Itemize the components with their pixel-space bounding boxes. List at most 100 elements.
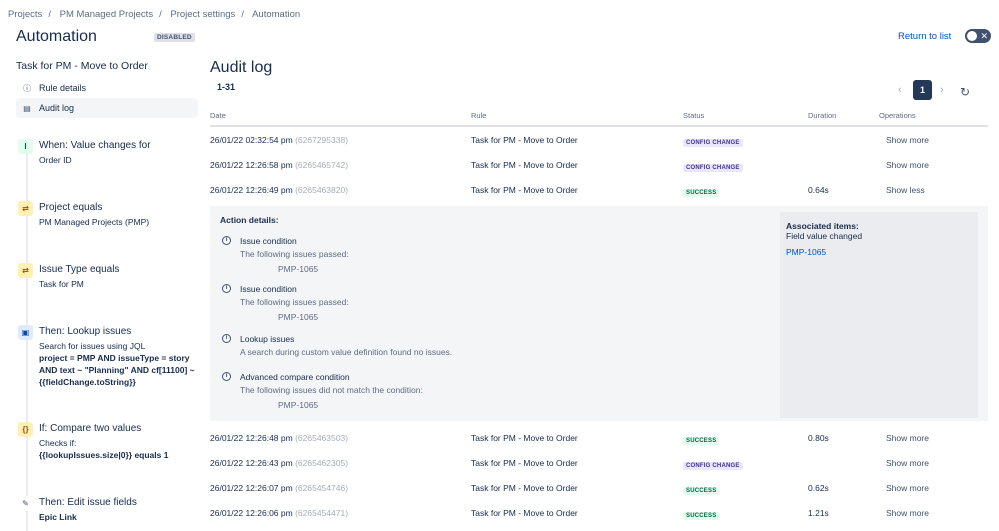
braces-icon: {} — [18, 422, 33, 437]
row-date: 26/01/22 12:26:49 pm (6265463820) — [210, 185, 348, 195]
row-status: SUCCESS — [683, 484, 720, 495]
row-date-text: 26/01/22 12:26:07 pm — [210, 483, 293, 493]
row-date: 26/01/22 02:32:54 pm (6267295338) — [210, 135, 348, 145]
row-rule: Task for PM - Move to Order — [471, 160, 578, 170]
column-header-status: Status — [683, 111, 705, 120]
info-icon: ⓘ — [23, 83, 31, 93]
breadcrumb-settings[interactable]: Project settings — [170, 9, 235, 20]
action-issue: PMP-1065 — [278, 400, 319, 410]
row-date-text: 26/01/22 12:26:49 pm — [210, 185, 293, 195]
status-lozenge: SUCCESS — [683, 487, 720, 495]
row-date-text: 26/01/22 12:26:48 pm — [210, 433, 293, 443]
row-toggle-details-button[interactable]: Show more — [886, 160, 929, 170]
row-duration: 1.21s — [808, 508, 829, 518]
rule-name: Task for PM - Move to Order — [16, 60, 148, 72]
breadcrumb-separator: / — [48, 9, 51, 20]
breadcrumb-separator: / — [241, 9, 244, 20]
row-toggle-details-button[interactable]: Show more — [886, 483, 929, 493]
nav-label: Audit log — [39, 103, 75, 113]
step-title: Project equals — [39, 202, 103, 213]
table-row: 26/01/22 12:26:43 pm (6265462305) Task fo… — [210, 450, 988, 475]
nav-rule-details[interactable]: ⓘ Rule details — [16, 78, 198, 98]
refresh-icon[interactable]: ↻ — [960, 85, 970, 99]
row-id: (6267295338) — [295, 135, 349, 145]
row-date-text: 26/01/22 02:32:54 pm — [210, 135, 293, 145]
row-date-text: 26/01/22 12:26:06 pm — [210, 508, 293, 518]
row-duration: 0.80s — [808, 433, 829, 443]
row-toggle-details-button[interactable]: Show more — [886, 458, 929, 468]
column-header-rule: Rule — [471, 111, 487, 120]
action-issue: PMP-1065 — [278, 264, 319, 274]
row-rule: Task for PM - Move to Order — [471, 458, 578, 468]
chevron-right-icon[interactable]: › — [940, 84, 944, 96]
trigger-icon: I — [18, 139, 33, 154]
breadcrumb-projects[interactable]: Projects — [8, 9, 42, 20]
rule-enable-toggle[interactable]: ✕ — [965, 29, 991, 43]
info-icon: i — [222, 334, 231, 343]
status-lozenge: CONFIG CHANGE — [683, 164, 743, 172]
status-lozenge: SUCCESS — [683, 437, 720, 445]
audit-log-title: Audit log — [210, 59, 273, 76]
table-row: 26/01/22 12:26:07 pm (6265454746) Task fo… — [210, 475, 988, 500]
step-description: PM Managed Projects (PMP) — [39, 217, 150, 227]
action-name: Issue condition — [240, 236, 297, 246]
step-title: If: Compare two values — [39, 423, 142, 434]
row-toggle-details-button[interactable]: Show less — [886, 185, 925, 195]
breadcrumb-project[interactable]: PM Managed Projects — [60, 9, 153, 20]
step-description: Checks if: {{lookupIssues.size|0}} equal… — [39, 437, 209, 461]
step-description: Search for issues using JQL project = PM… — [39, 340, 209, 388]
row-toggle-details-button[interactable]: Show more — [886, 508, 929, 518]
associated-items-heading: Associated items: — [786, 221, 859, 231]
return-to-list-link[interactable]: Return to list — [898, 31, 951, 42]
action-name: Issue condition — [240, 284, 297, 294]
nav-label: Rule details — [39, 83, 87, 93]
step-condition: {{lookupIssues.size|0}} equals 1 — [39, 450, 169, 460]
breadcrumb-automation[interactable]: Automation — [252, 9, 300, 20]
info-icon: i — [222, 284, 231, 293]
info-icon: i — [222, 372, 231, 381]
step-title: Then: Edit issue fields — [39, 497, 137, 508]
row-date-text: 26/01/22 12:26:58 pm — [210, 160, 293, 170]
table-row: 26/01/22 12:26:58 pm (6265465742) Task fo… — [210, 152, 988, 177]
nav-audit-log[interactable]: ▤ Audit log — [16, 98, 198, 118]
pager-current-page[interactable]: 1 — [913, 80, 932, 100]
step-title: Issue Type equals — [39, 264, 120, 275]
row-status: SUCCESS — [683, 434, 720, 445]
condition-icon: ⇄ — [18, 201, 33, 216]
edit-icon: ✎ — [18, 496, 33, 511]
action-details-heading: Action details: — [220, 215, 279, 225]
step-desc-text: Search for issues using JQL — [39, 341, 146, 351]
chevron-left-icon[interactable]: ‹ — [898, 84, 902, 96]
row-id: (6265463820) — [295, 185, 349, 195]
table-row: 26/01/22 02:32:54 pm (6267295338) Task fo… — [210, 127, 988, 152]
row-id: (6265463503) — [295, 433, 349, 443]
breadcrumb-separator: / — [159, 9, 162, 20]
breadcrumb: Projects / PM Managed Projects / Project s… — [8, 9, 300, 20]
action-desc: The following issues did not match the c… — [240, 385, 423, 395]
action-name: Advanced compare condition — [240, 372, 350, 382]
row-rule: Task for PM - Move to Order — [471, 433, 578, 443]
associated-issue-link[interactable]: PMP-1065 — [786, 247, 826, 257]
row-status: SUCCESS — [683, 186, 720, 197]
status-lozenge: CONFIG CHANGE — [683, 462, 743, 470]
status-lozenge: SUCCESS — [683, 189, 720, 197]
row-rule: Task for PM - Move to Order — [471, 508, 578, 518]
table-row: 26/01/22 12:26:48 pm (6265463503) Task fo… — [210, 425, 988, 450]
row-date: 26/01/22 12:26:07 pm (6265454746) — [210, 483, 348, 493]
row-date: 26/01/22 12:26:43 pm (6265462305) — [210, 458, 348, 468]
row-toggle-details-button[interactable]: Show more — [886, 135, 929, 145]
row-toggle-details-button[interactable]: Show more — [886, 433, 929, 443]
column-header-duration: Duration — [808, 111, 837, 120]
step-title: Then: Lookup issues — [39, 326, 132, 337]
action-name: Lookup issues — [240, 334, 295, 344]
action-desc: The following issues passed: — [240, 249, 349, 259]
row-id: (6265462305) — [295, 458, 349, 468]
row-duration: 0.62s — [808, 483, 829, 493]
row-status: SUCCESS — [683, 509, 720, 520]
status-lozenge: SUCCESS — [683, 512, 720, 520]
row-date-text: 26/01/22 12:26:43 pm — [210, 458, 293, 468]
step-description: Order ID — [39, 155, 72, 165]
step-description: Task for PM — [39, 279, 84, 289]
column-header-date: Date — [210, 111, 226, 120]
row-date: 26/01/22 12:26:48 pm (6265463503) — [210, 433, 348, 443]
